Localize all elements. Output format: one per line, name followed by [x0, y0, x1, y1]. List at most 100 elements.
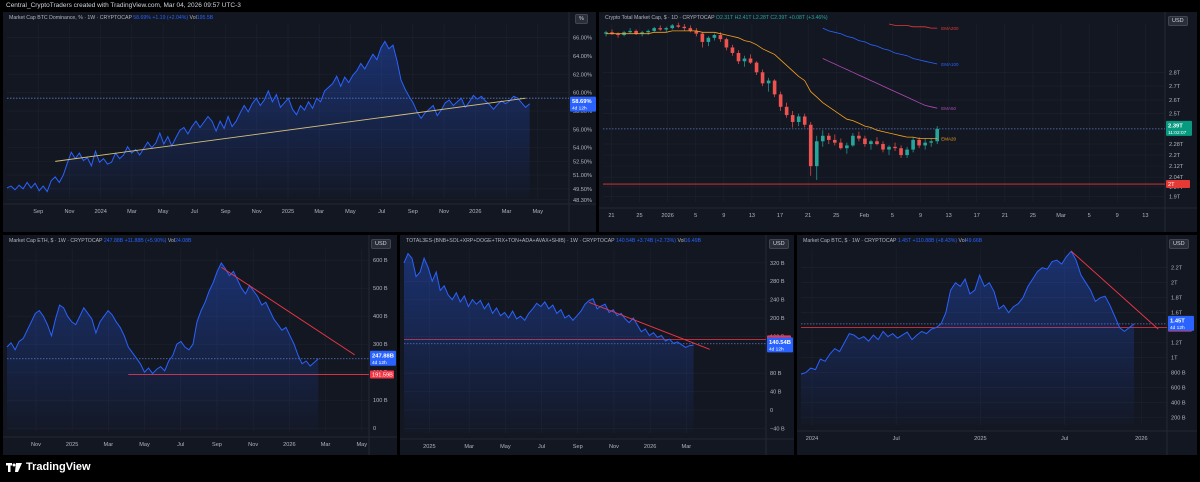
x-tick-label: 17 [974, 213, 980, 219]
x-tick-label: 13 [749, 213, 755, 219]
tradingview-logo-icon [6, 462, 22, 472]
y-tick-label: 1T [1171, 356, 1178, 362]
y-tick-label: 56.00% [573, 127, 592, 133]
x-tick-label: Mar [464, 444, 474, 450]
y-tick-label: 600 B [373, 258, 388, 264]
x-tick-label: Jul [538, 444, 545, 450]
x-tick-label: 13 [1142, 213, 1148, 219]
y-tick-label: 64.00% [573, 54, 592, 60]
x-tick-label: 2026 [1135, 436, 1147, 442]
last-price-tag-value: 1.45T [1170, 318, 1185, 324]
last-price-tag-value: 2.39T [1168, 123, 1183, 129]
y-tick-label: 2.2T [1171, 266, 1183, 272]
footer-bar [0, 455, 1200, 482]
x-tick-label: May [345, 209, 356, 215]
y-tick-label: 1.6T [1171, 311, 1183, 317]
x-tick-label: 9 [1116, 213, 1119, 219]
candle-body [935, 128, 939, 142]
last-price-tag-value: 58.69% [572, 99, 592, 105]
candle-body [634, 30, 638, 34]
x-tick-label: Mar [104, 442, 114, 448]
x-tick-label: Jul [191, 209, 198, 215]
x-tick-label: 21 [1002, 213, 1008, 219]
candle-body [833, 139, 837, 143]
moving-average-line [606, 30, 938, 139]
candle-body [790, 115, 795, 122]
x-tick-label: Nov [439, 209, 449, 215]
y-tick-label: 320 B [770, 261, 785, 267]
y-tick-label: 0 [373, 426, 376, 432]
x-tick-label: 21 [608, 213, 614, 219]
candle-body [917, 139, 921, 146]
moving-average-line [888, 23, 938, 29]
chart-canvas: 320 B280 B240 B200 B160 B80 B40 B0−40 B2… [400, 235, 794, 455]
candle-body [754, 62, 759, 73]
chart-panel-btc-market-cap[interactable]: Market Cap BTC, $ · 1W · CRYPTOCAP 1.45T… [797, 235, 1197, 455]
y-tick-label: 52.50% [573, 159, 592, 165]
candle-body [899, 148, 903, 156]
x-tick-label: 9 [722, 213, 725, 219]
x-tick-label: Feb [860, 213, 870, 219]
y-tick-label: 0 [770, 408, 773, 414]
candle-body [784, 106, 789, 116]
level-tag-label: 191.59B [372, 373, 393, 379]
last-price-tag-countdown: 4d 12h [1170, 325, 1185, 331]
candle-body [760, 72, 765, 84]
x-tick-label: Sep [408, 209, 418, 215]
attribution-bar: Central_CryptoTraders created with Tradi… [0, 0, 1200, 12]
candle-body [700, 33, 705, 42]
y-tick-label: 60.00% [573, 91, 592, 97]
chart-panel-btc-dominance[interactable]: Market Cap BTC Dominance, % · 1W · CRYPT… [3, 12, 596, 232]
y-tick-label: 400 B [373, 314, 388, 320]
x-tick-label: Sep [212, 442, 222, 448]
chart-panel-total-market-cap[interactable]: Crypto Total Market Cap, $ · 1D · CRYPTO… [599, 12, 1197, 232]
y-tick-label: 2.5T [1169, 112, 1181, 118]
x-tick-label: Mar [321, 442, 331, 448]
y-tick-label: 54.00% [573, 146, 592, 152]
x-tick-label: Mar [314, 209, 324, 215]
candle-body [730, 47, 735, 53]
x-tick-label: Sep [573, 444, 583, 450]
last-price-tag-value: 247.88B [372, 353, 394, 359]
tradingview-logo[interactable]: TradingView [6, 461, 91, 473]
chart-panel-others-market-cap[interactable]: TOTAL3ES-(BNB+SOL+XRP+DOGE+TRX+TON+ADA+A… [400, 235, 794, 455]
x-tick-label: Nov [248, 442, 258, 448]
x-tick-label: 5 [1088, 213, 1091, 219]
x-tick-label: 17 [777, 213, 783, 219]
y-tick-label: 400 B [1171, 401, 1186, 407]
y-tick-label: 40 B [770, 390, 782, 396]
candle-body [658, 28, 663, 30]
candle-body [826, 135, 831, 140]
y-tick-label: 500 B [373, 286, 388, 292]
x-tick-label: 5 [891, 213, 894, 219]
x-tick-label: 2025 [423, 444, 435, 450]
chart-panel-eth-market-cap[interactable]: Market Cap ETH, $ · 1W · CRYPTOCAP 247.8… [3, 235, 397, 455]
candle-body [875, 141, 879, 145]
chart-canvas: 2.2T 2T 1.8T 1.6T 1.2T 1T 800 B 600 B 400 B 200 B… [797, 235, 1197, 455]
y-tick-label: 2T [1171, 281, 1178, 287]
candle-body [929, 141, 933, 143]
candle-body [712, 35, 717, 38]
y-tick-label: 62.00% [573, 72, 592, 78]
x-tick-label: Jul [1061, 436, 1068, 442]
candle-body [664, 28, 669, 30]
candle-body [851, 135, 855, 146]
candle-body [796, 116, 801, 122]
candle-body [646, 30, 650, 33]
x-tick-label: 2026 [644, 444, 656, 450]
moving-average-label: EMA100 [941, 62, 959, 67]
candle-body [923, 142, 927, 146]
candle-body [718, 35, 723, 40]
x-tick-label: May [158, 209, 169, 215]
candle-body [748, 58, 753, 63]
y-tick-label: 100 B [373, 398, 388, 404]
moving-average-label: EMA20 [941, 137, 956, 142]
x-tick-label: Sep [221, 209, 231, 215]
x-tick-label: 2026 [283, 442, 295, 448]
y-tick-label: 2.2T [1169, 153, 1181, 159]
candle-body [814, 141, 819, 167]
chart-canvas: 2.8T2.7T2.6T2.5T2.28T2.2T2.12T2.04T1.97T… [599, 12, 1197, 232]
candle-body [857, 135, 861, 139]
last-price-tag-countdown: 11:02:07 [1168, 130, 1187, 136]
y-tick-label: 200 B [770, 316, 785, 322]
